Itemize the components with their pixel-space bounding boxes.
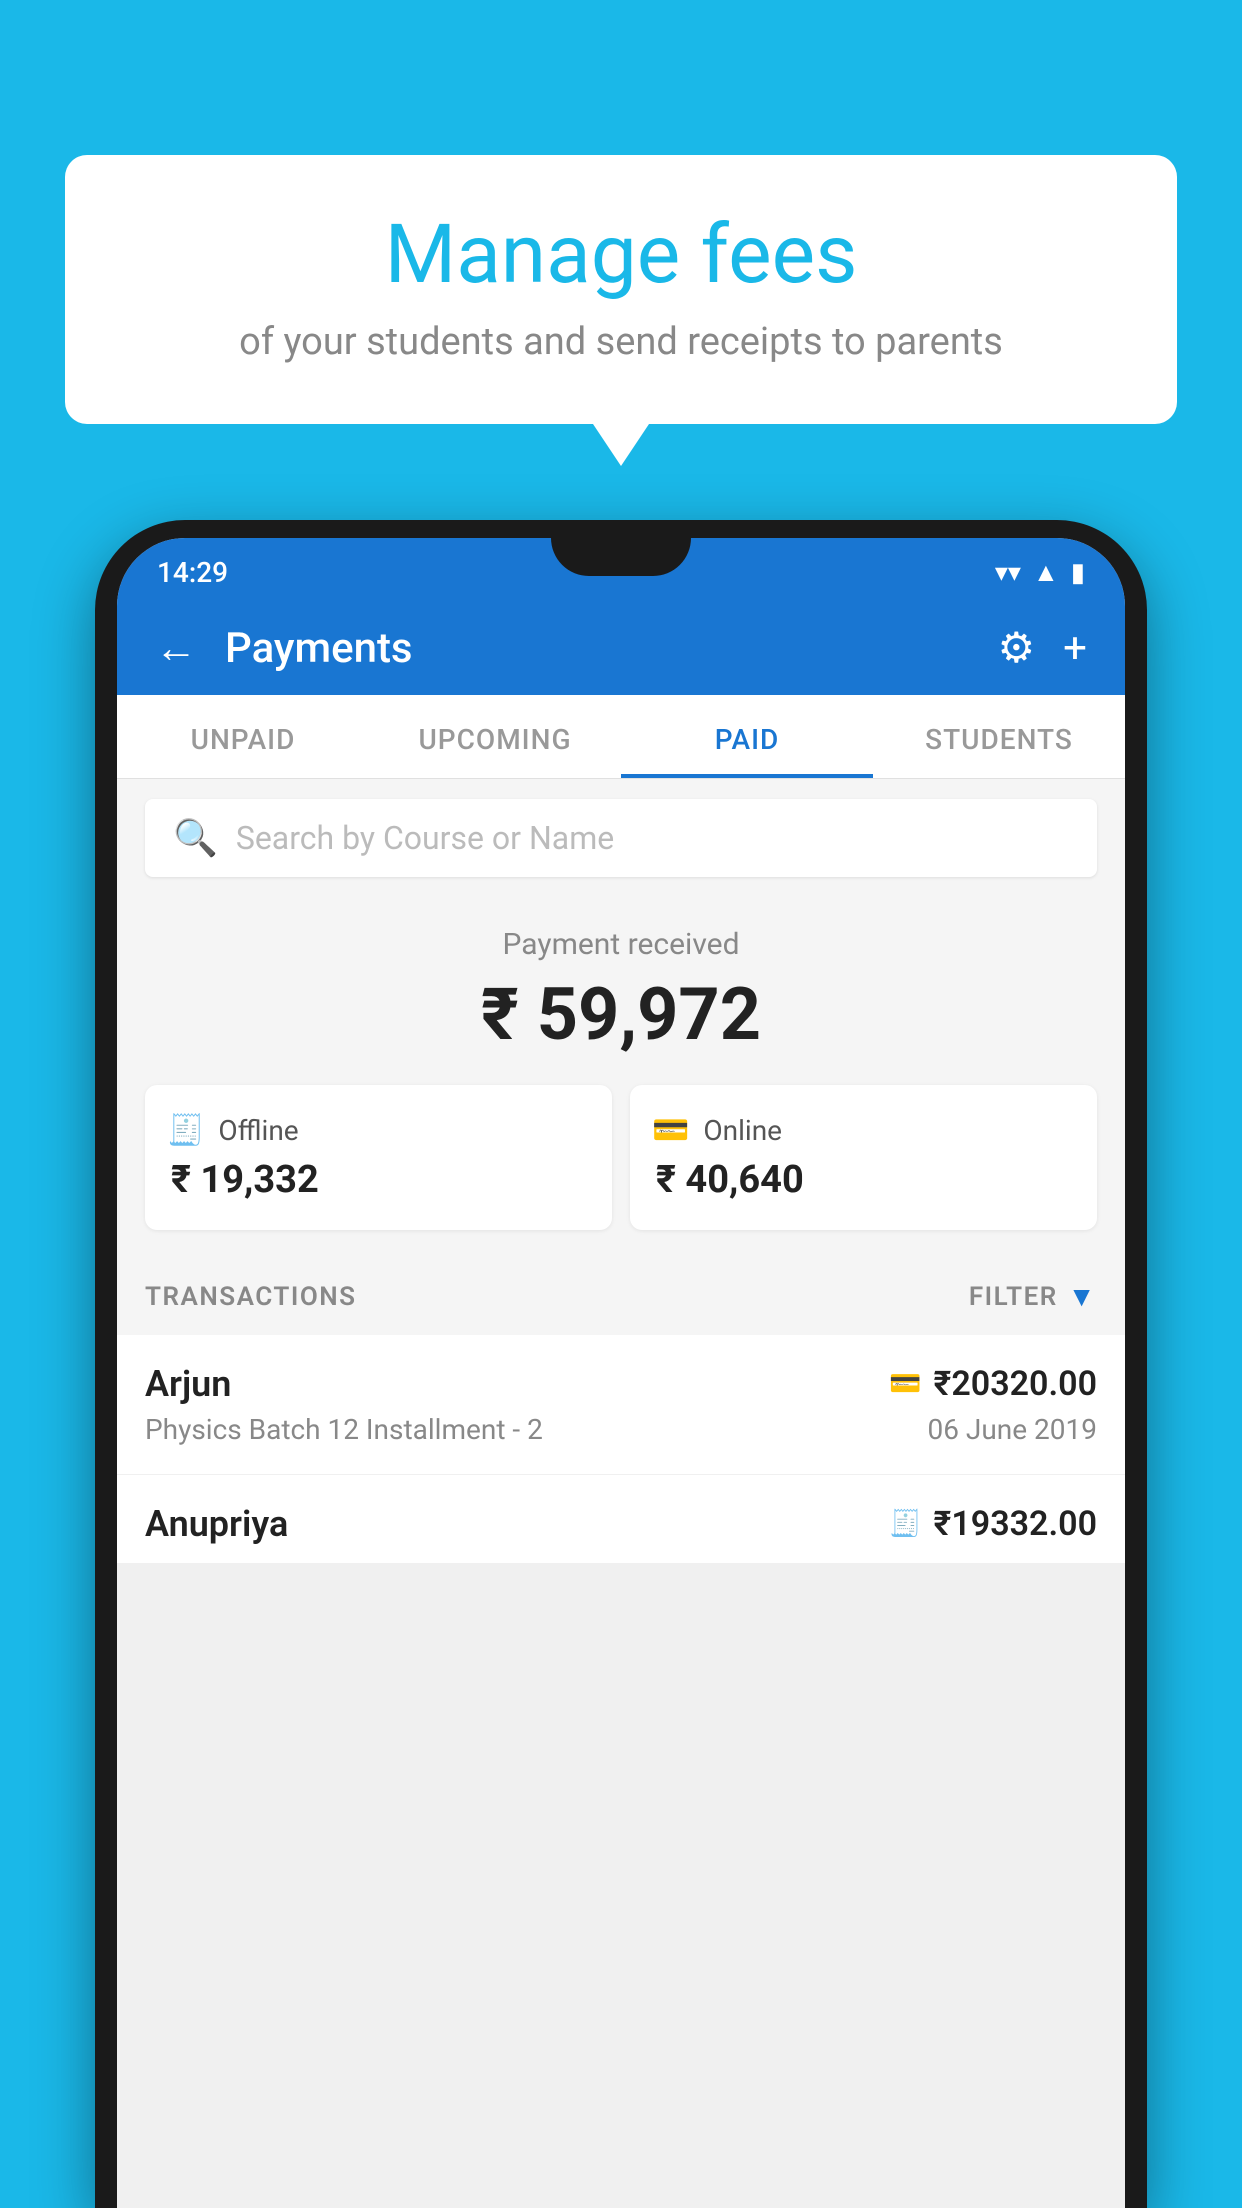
phone-notch bbox=[551, 538, 691, 576]
phone-screen: 14:29 ▾▾ ▲ ▮ ← Payments ⚙ + UNPAID UPCOM… bbox=[117, 538, 1125, 2208]
offline-label: Offline bbox=[218, 1114, 298, 1147]
app-bar: ← Payments ⚙ + bbox=[117, 601, 1125, 695]
search-box[interactable]: 🔍 Search by Course or Name bbox=[145, 799, 1097, 877]
transactions-header: TRANSACTIONS FILTER ▼ bbox=[117, 1258, 1125, 1335]
search-icon: 🔍 bbox=[173, 817, 218, 859]
phone-frame: 14:29 ▾▾ ▲ ▮ ← Payments ⚙ + UNPAID UPCOM… bbox=[95, 520, 1147, 2208]
transaction-type-icon: 💳 bbox=[889, 1369, 921, 1399]
tab-unpaid[interactable]: UNPAID bbox=[117, 695, 369, 778]
online-card-header: 💳 Online bbox=[652, 1113, 1075, 1148]
transaction-row-top: Anupriya 🧾 ₹19332.00 bbox=[145, 1503, 1097, 1545]
tab-students[interactable]: STUDENTS bbox=[873, 695, 1125, 778]
transaction-amount: ₹19332.00 bbox=[934, 1504, 1097, 1544]
transaction-date: 06 June 2019 bbox=[927, 1413, 1097, 1446]
wifi-icon: ▾▾ bbox=[995, 558, 1021, 588]
filter-button[interactable]: FILTER ▼ bbox=[969, 1280, 1097, 1313]
offline-icon: 🧾 bbox=[167, 1113, 204, 1148]
speech-bubble: Manage fees of your students and send re… bbox=[65, 155, 1177, 424]
signal-icon: ▲ bbox=[1033, 557, 1059, 588]
tab-paid[interactable]: PAID bbox=[621, 695, 873, 778]
offline-amount: ₹ 19,332 bbox=[167, 1158, 590, 1202]
offline-card-header: 🧾 Offline bbox=[167, 1113, 590, 1148]
settings-icon[interactable]: ⚙ bbox=[998, 623, 1036, 673]
filter-icon: ▼ bbox=[1068, 1280, 1097, 1313]
online-amount: ₹ 40,640 bbox=[652, 1158, 1075, 1202]
transaction-name: Anupriya bbox=[145, 1503, 288, 1545]
payment-label: Payment received bbox=[145, 927, 1097, 962]
transaction-row-top: Arjun 💳 ₹20320.00 bbox=[145, 1363, 1097, 1405]
battery-icon: ▮ bbox=[1071, 558, 1085, 588]
transaction-name: Arjun bbox=[145, 1363, 231, 1405]
search-container: 🔍 Search by Course or Name bbox=[117, 779, 1125, 897]
transaction-row-bottom: Physics Batch 12 Installment - 2 06 June… bbox=[145, 1413, 1097, 1446]
online-label: Online bbox=[703, 1114, 782, 1147]
bubble-title: Manage fees bbox=[135, 210, 1107, 300]
transaction-type-icon: 🧾 bbox=[889, 1509, 921, 1539]
filter-label: FILTER bbox=[969, 1282, 1058, 1312]
back-button[interactable]: ← bbox=[155, 624, 197, 673]
transaction-row[interactable]: Anupriya 🧾 ₹19332.00 bbox=[117, 1475, 1125, 1563]
search-placeholder: Search by Course or Name bbox=[236, 819, 614, 857]
payment-summary: Payment received ₹ 59,972 🧾 Offline ₹ 19… bbox=[117, 897, 1125, 1258]
app-title: Payments bbox=[225, 624, 970, 673]
transaction-amount-wrap: 💳 ₹20320.00 bbox=[889, 1364, 1097, 1404]
offline-card: 🧾 Offline ₹ 19,332 bbox=[145, 1085, 612, 1230]
tabs-bar: UNPAID UPCOMING PAID STUDENTS bbox=[117, 695, 1125, 779]
bubble-subtitle: of your students and send receipts to pa… bbox=[135, 320, 1107, 364]
transactions-label: TRANSACTIONS bbox=[145, 1282, 357, 1312]
online-card: 💳 Online ₹ 40,640 bbox=[630, 1085, 1097, 1230]
transaction-amount: ₹20320.00 bbox=[934, 1364, 1097, 1404]
payment-cards: 🧾 Offline ₹ 19,332 💳 Online ₹ 40,640 bbox=[145, 1085, 1097, 1230]
app-bar-icons: ⚙ + bbox=[998, 623, 1088, 673]
add-icon[interactable]: + bbox=[1063, 624, 1087, 673]
transaction-course: Physics Batch 12 Installment - 2 bbox=[145, 1413, 543, 1446]
status-bar: 14:29 ▾▾ ▲ ▮ bbox=[117, 538, 1125, 601]
transaction-row[interactable]: Arjun 💳 ₹20320.00 Physics Batch 12 Insta… bbox=[117, 1335, 1125, 1475]
payment-amount: ₹ 59,972 bbox=[145, 972, 1097, 1057]
tab-upcoming[interactable]: UPCOMING bbox=[369, 695, 621, 778]
transaction-amount-wrap: 🧾 ₹19332.00 bbox=[889, 1504, 1097, 1544]
status-time: 14:29 bbox=[157, 556, 228, 589]
online-icon: 💳 bbox=[652, 1113, 689, 1148]
status-icons: ▾▾ ▲ ▮ bbox=[995, 557, 1085, 588]
